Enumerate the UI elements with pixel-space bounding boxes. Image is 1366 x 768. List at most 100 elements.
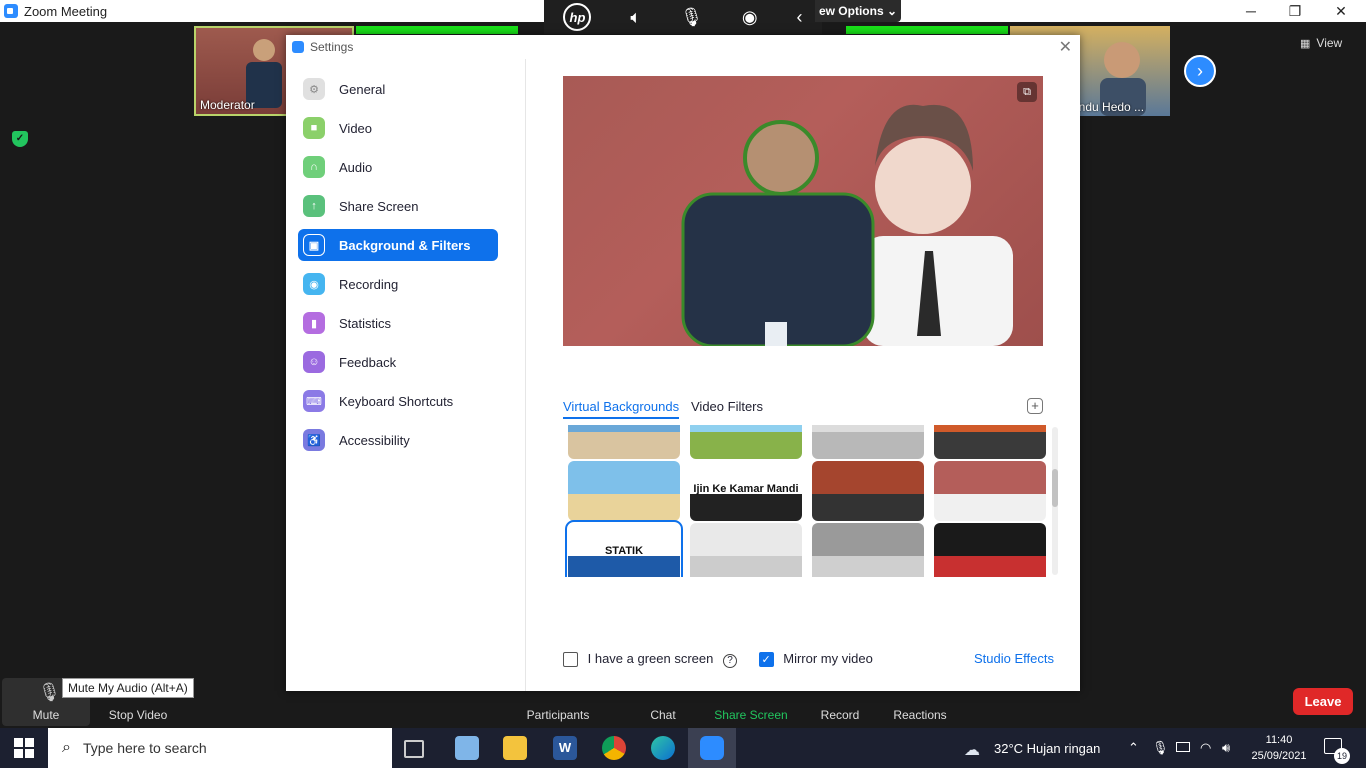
video-preview: ⧉ — [563, 76, 1043, 346]
background-tile[interactable] — [812, 461, 924, 521]
nav-label: General — [339, 81, 386, 97]
reactions-button[interactable]: Reactions — [886, 708, 954, 722]
share-screen-button[interactable]: Share Screen — [710, 708, 792, 722]
background-tile[interactable] — [568, 425, 680, 459]
restore-button[interactable]: ❐ — [1272, 0, 1318, 22]
notification-badge: 19 — [1334, 748, 1350, 764]
search-icon: ⌕ — [62, 739, 71, 756]
scrollbar-thumb[interactable] — [1052, 469, 1058, 507]
windows-start-icon[interactable] — [14, 738, 34, 758]
volume-icon[interactable]: 🔊︎ — [1222, 740, 1230, 756]
mirror-checkbox[interactable]: ✓ — [758, 652, 774, 668]
zoom-icon — [700, 736, 724, 760]
mic-tray-icon[interactable]: 🎙︎ — [1152, 740, 1169, 756]
background-tile[interactable]: Ijin Ke Kamar Mandi — [690, 461, 802, 521]
window-title: Zoom Meeting — [24, 3, 108, 19]
task-view-icon[interactable] — [404, 740, 424, 758]
accessibility-icon: ♿ — [303, 429, 325, 451]
close-icon[interactable]: ✕ — [1059, 37, 1072, 57]
nav-background-filters[interactable]: ▣ Background & Filters — [298, 229, 498, 261]
speaker-icon[interactable]: 🔈︎ — [630, 7, 641, 28]
background-tile[interactable] — [690, 523, 802, 577]
participants-button[interactable]: Participants — [520, 708, 596, 722]
background-tile[interactable] — [934, 523, 1046, 577]
background-tile[interactable] — [568, 461, 680, 521]
minimize-button[interactable]: ─ — [1228, 0, 1274, 22]
nav-accessibility[interactable]: ♿ Accessibility — [298, 424, 498, 456]
video-icon: ■ — [303, 117, 325, 139]
nav-audio[interactable]: ∩ Audio — [298, 151, 498, 183]
taskbar-search[interactable]: ⌕ Type here to search — [48, 728, 392, 768]
nav-statistics[interactable]: ▮ Statistics — [298, 307, 498, 339]
nav-label: Video — [339, 120, 373, 136]
nav-label: Feedback — [339, 354, 397, 370]
nav-feedback[interactable]: ☺ Feedback — [298, 346, 498, 378]
file-explorer-icon[interactable] — [503, 736, 527, 760]
battery-icon[interactable] — [1176, 742, 1190, 752]
keyboard-icon: ⌨ — [303, 390, 325, 412]
scrollbar-track[interactable] — [1052, 427, 1058, 575]
share-screen-icon: ↑ — [303, 195, 325, 217]
record-button[interactable]: Record — [808, 708, 872, 722]
hp-logo: hp — [563, 3, 592, 31]
chevron-left-icon[interactable]: ‹ — [797, 7, 803, 28]
chat-button[interactable]: Chat — [630, 708, 696, 722]
tab-virtual-backgrounds[interactable]: Virtual Backgrounds — [563, 399, 680, 419]
clock-date: 25/09/2021 — [1251, 750, 1307, 762]
nav-label: Statistics — [339, 315, 392, 331]
background-tile-label: STATIK — [604, 545, 644, 557]
nav-keyboard-shortcuts[interactable]: ⌨ Keyboard Shortcuts — [298, 385, 498, 417]
help-icon[interactable]: ? — [723, 654, 737, 668]
settings-sidebar: ⚙ General ■ Video ∩ Audio ↑ Share Screen… — [286, 59, 526, 691]
copy-icon[interactable]: ⧉ — [1017, 82, 1037, 102]
background-tile[interactable]: STATIK — [565, 520, 683, 577]
chevron-right-icon: › — [1197, 60, 1203, 81]
zoom-app-icon — [4, 4, 18, 18]
next-page-button[interactable]: › — [1184, 55, 1216, 87]
tab-video-filters[interactable]: Video Filters — [691, 399, 763, 414]
broadcast-icon[interactable]: ◉ — [742, 7, 758, 28]
nav-label: Accessibility — [339, 432, 410, 448]
studio-effects-link[interactable]: Studio Effects — [974, 651, 1054, 666]
security-shield-icon[interactable]: ✓ — [12, 131, 28, 147]
clock[interactable]: 11:40 25/09/2021 — [1246, 732, 1312, 764]
microphone-icon[interactable]: 🎙︎ — [680, 7, 703, 28]
green-screen-label: I have a green screen — [587, 651, 714, 666]
add-background-icon[interactable]: + — [1027, 398, 1043, 414]
weather-text[interactable]: 32°C Hujan ringan — [994, 741, 1100, 756]
mirror-label: Mirror my video — [783, 651, 873, 666]
clock-time: 11:40 — [1265, 734, 1293, 746]
view-options-button[interactable]: ew Options ⌄ — [815, 0, 901, 22]
nav-share-screen[interactable]: ↑ Share Screen — [298, 190, 498, 222]
background-tile[interactable] — [934, 461, 1046, 521]
background-tile[interactable] — [812, 523, 924, 577]
participant-name: andu Hedo ... — [1072, 100, 1145, 114]
close-window-button[interactable]: ✕ — [1318, 0, 1364, 22]
nav-recording[interactable]: ◉ Recording — [298, 268, 498, 300]
view-button[interactable]: ▦ View — [1300, 32, 1358, 54]
wifi-icon[interactable]: ◠ — [1200, 740, 1211, 756]
nav-label: Recording — [339, 276, 399, 292]
leave-button[interactable]: Leave — [1293, 688, 1353, 715]
nav-video[interactable]: ■ Video — [298, 112, 498, 144]
background-tile[interactable] — [812, 425, 924, 459]
mute-tooltip: Mute My Audio (Alt+A) — [62, 678, 194, 698]
stop-video-button[interactable]: Stop Video — [100, 708, 176, 722]
background-tile-label: Ijin Ke Kamar Mandi — [693, 483, 799, 495]
nav-label: Keyboard Shortcuts — [339, 393, 454, 409]
video-tile-green-2[interactable] — [846, 26, 1008, 34]
video-tile-green[interactable] — [356, 26, 518, 34]
app-3d-icon[interactable] — [455, 736, 479, 760]
mute-label: Mute — [32, 708, 60, 722]
microphone-icon: 🎙︎ — [38, 682, 61, 702]
chevron-up-icon[interactable]: ⌃ — [1128, 740, 1139, 756]
word-icon[interactable]: W — [553, 736, 577, 760]
background-tile[interactable] — [690, 425, 802, 459]
green-screen-checkbox[interactable] — [563, 652, 578, 668]
edge-icon[interactable] — [651, 736, 675, 760]
chrome-icon[interactable] — [602, 736, 626, 760]
nav-general[interactable]: ⚙ General — [298, 73, 498, 105]
gear-icon: ⚙ — [303, 78, 325, 100]
zoom-taskbar-button[interactable] — [688, 728, 736, 768]
background-tile[interactable] — [934, 425, 1046, 459]
